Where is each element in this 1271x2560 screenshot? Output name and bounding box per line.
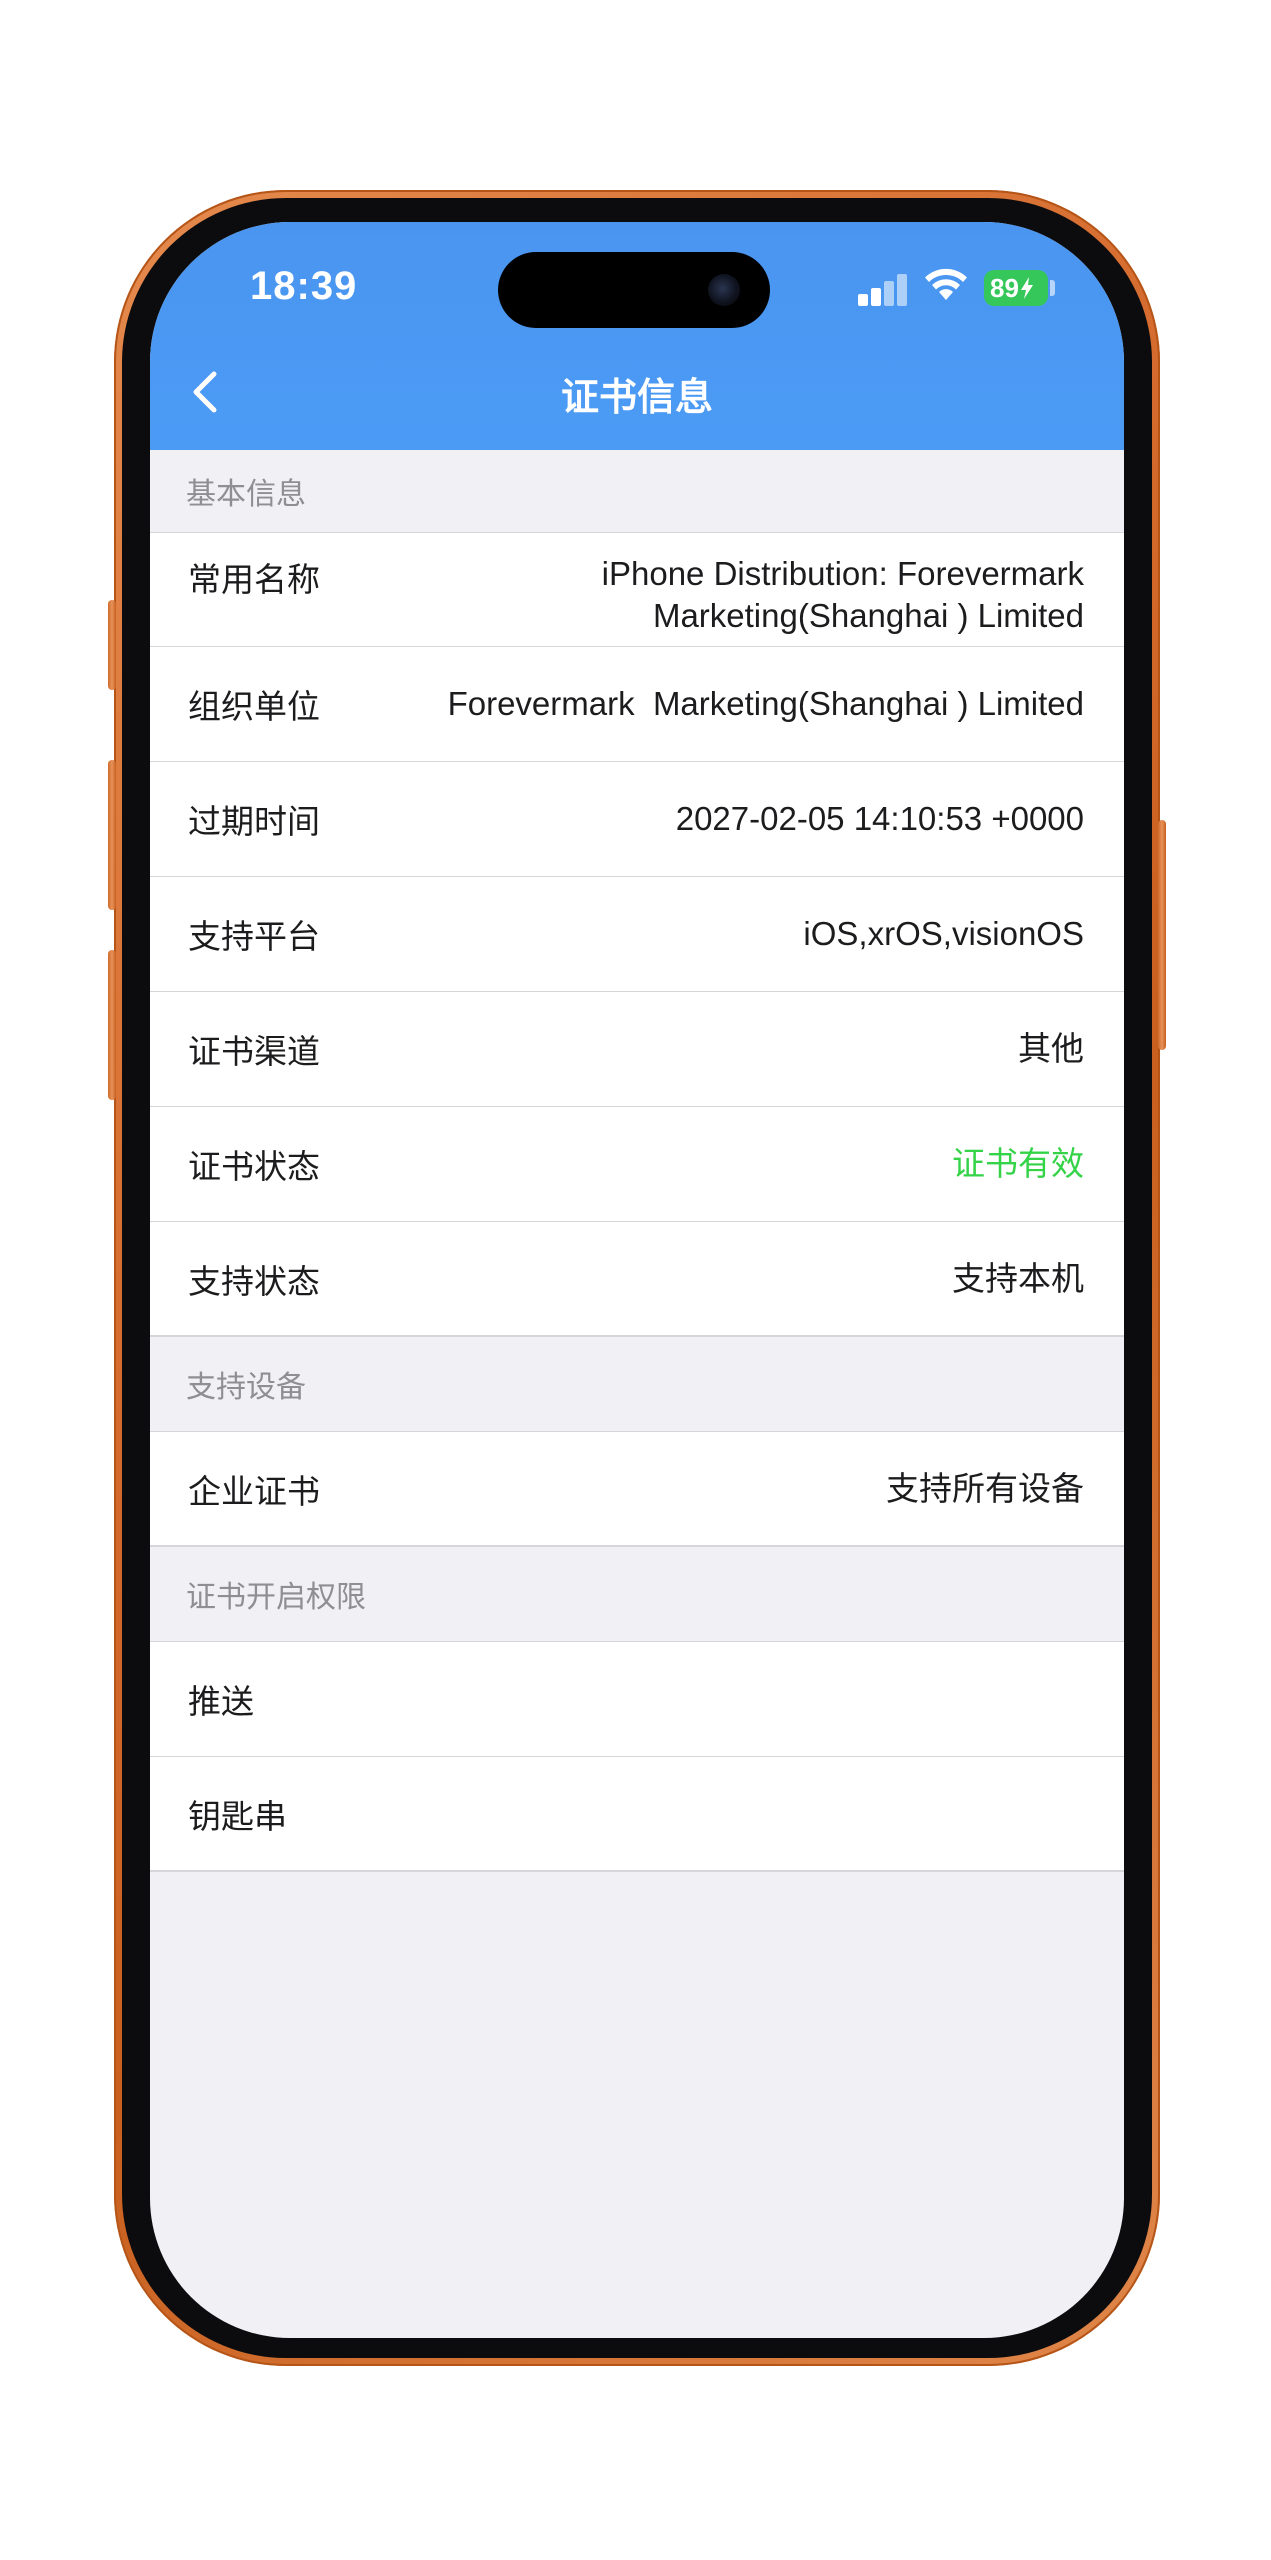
volume-up-button <box>108 760 116 910</box>
battery-cap <box>1050 280 1055 296</box>
list-item-platforms[interactable]: 支持平台 iOS,xrOS,visionOS <box>150 876 1124 991</box>
section-header-basic-info: 基本信息 <box>150 450 1124 532</box>
row-value: 其他 <box>1018 1029 1084 1068</box>
row-value: 支持本机 <box>952 1258 1084 1298</box>
dynamic-island <box>498 252 770 328</box>
row-label: 过期时间 <box>188 802 320 841</box>
charging-bolt-icon <box>1020 277 1033 299</box>
list-item-enterprise-cert[interactable]: 企业证书 支持所有设备 <box>150 1431 1124 1546</box>
phone-screen: 18:39 89 证书信息 基本信息 常用名称 iPhone Distribut… <box>150 222 1124 2338</box>
list-item-push[interactable]: 推送 <box>150 1641 1124 1756</box>
row-label: 常用名称 <box>188 560 320 599</box>
list-item-common-name[interactable]: 常用名称 iPhone Distribution: Forevermark Ma… <box>150 532 1124 646</box>
list-item-channel[interactable]: 证书渠道 其他 <box>150 991 1124 1106</box>
row-value: iPhone Distribution: Forevermark Marketi… <box>368 553 1084 637</box>
permissions-group: 推送 钥匙串 <box>150 1641 1124 1872</box>
power-button <box>1158 820 1166 1050</box>
list-item-keychain[interactable]: 钥匙串 <box>150 1756 1124 1871</box>
row-label: 组织单位 <box>188 687 320 726</box>
camera-icon <box>708 274 740 306</box>
list-item-organization[interactable]: 组织单位 Forevermark Marketing(Shanghai ) Li… <box>150 646 1124 761</box>
row-label: 支持状态 <box>188 1261 320 1301</box>
navigation-header: 18:39 89 证书信息 <box>150 222 1124 450</box>
list-item-support-status[interactable]: 支持状态 支持本机 <box>150 1221 1124 1336</box>
list-item-cert-status[interactable]: 证书状态 证书有效 <box>150 1106 1124 1221</box>
row-value: 2027-02-05 14:10:53 +0000 <box>675 800 1084 837</box>
action-button <box>108 600 116 690</box>
basic-info-group: 常用名称 iPhone Distribution: Forevermark Ma… <box>150 532 1124 1337</box>
row-label: 企业证书 <box>188 1471 320 1511</box>
page-title: 证书信息 <box>560 375 713 419</box>
battery-level: 89 <box>990 272 1019 303</box>
row-value: Forevermark Marketing(Shanghai ) Limited <box>447 685 1084 722</box>
row-label: 钥匙串 <box>188 1796 287 1836</box>
row-label: 证书渠道 <box>188 1032 320 1071</box>
certificate-info-list: 基本信息 常用名称 iPhone Distribution: Foreverma… <box>150 450 1124 1872</box>
row-label: 推送 <box>188 1682 254 1721</box>
supported-devices-group: 企业证书 支持所有设备 <box>150 1431 1124 1547</box>
list-item-expiry-time[interactable]: 过期时间 2027-02-05 14:10:53 +0000 <box>150 761 1124 876</box>
row-value-line: Marketing(Shanghai ) Limited <box>652 597 1084 634</box>
status-badge: 证书有效 <box>952 1144 1084 1183</box>
status-time: 18:39 <box>250 264 358 308</box>
row-label: 支持平台 <box>188 917 320 956</box>
row-value-line: iPhone Distribution: Forevermark <box>601 555 1084 592</box>
row-value: 支持所有设备 <box>886 1468 1084 1508</box>
section-header-permissions: 证书开启权限 <box>150 1547 1124 1641</box>
row-label: 证书状态 <box>188 1147 320 1186</box>
section-header-supported-devices: 支持设备 <box>150 1337 1124 1431</box>
wifi-icon <box>925 268 967 300</box>
cellular-signal-icon <box>858 272 910 306</box>
row-value: iOS,xrOS,visionOS <box>803 915 1084 952</box>
volume-down-button <box>108 950 116 1100</box>
battery-icon: 89 <box>984 270 1048 306</box>
